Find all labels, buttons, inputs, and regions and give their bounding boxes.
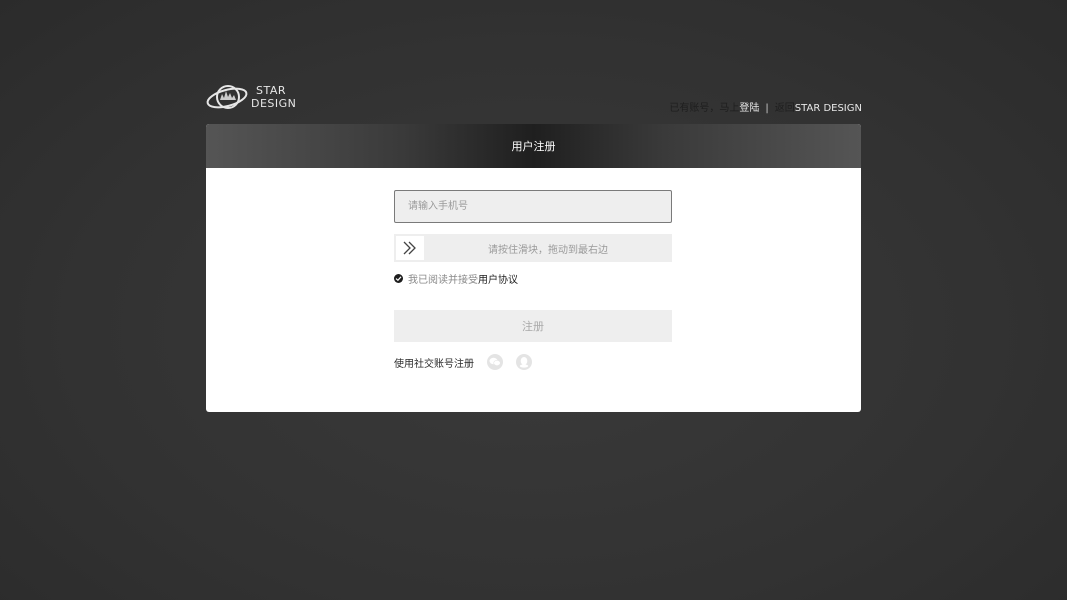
agreement-row: 我已阅读并接受 用户协议 <box>394 271 518 286</box>
back-home-link[interactable]: STAR DESIGN <box>795 103 862 114</box>
qq-icon[interactable] <box>516 354 532 370</box>
star-design-logo[interactable]: STAR DESIGN <box>205 80 296 114</box>
login-link[interactable]: 登陆 <box>739 103 759 114</box>
register-button[interactable]: 注册 <box>394 310 672 342</box>
card-header: 用户注册 <box>206 124 861 168</box>
agree-text: 我已阅读并接受 <box>408 275 478 286</box>
phone-input[interactable] <box>394 190 672 223</box>
has-account-text: 已有账号，马上 <box>669 103 740 114</box>
check-icon <box>395 276 402 282</box>
agree-checkbox[interactable] <box>394 274 403 283</box>
social-register-label: 使用社交账号注册 <box>394 358 474 370</box>
wechat-icon[interactable] <box>487 354 503 370</box>
planet-logo-icon <box>206 85 248 109</box>
social-register-row: 使用社交账号注册 <box>394 354 532 370</box>
user-agreement-link[interactable]: 用户协议 <box>478 271 518 286</box>
back-text: 返回 <box>774 103 795 114</box>
slider-hint: 请按住滑块，拖动到最右边 <box>488 244 608 256</box>
logo-wordmark: STAR DESIGN <box>251 84 296 110</box>
logo-line-star: STAR <box>256 84 287 97</box>
top-links: 已有账号，马上登陆 | 返回STAR DESIGN <box>669 99 862 114</box>
double-chevron-right-icon <box>403 241 416 255</box>
link-separator: | <box>765 103 769 114</box>
card-title: 用户注册 <box>511 140 556 153</box>
logo-line-design: DESIGN <box>251 97 297 110</box>
register-card: 用户注册 请按住滑块，拖动到最右边 我已阅读并接受用户协议 注册 使用社交账号注… <box>206 124 861 412</box>
slider-handle[interactable] <box>396 236 424 260</box>
slider-captcha: 请按住滑块，拖动到最右边 <box>394 234 672 262</box>
